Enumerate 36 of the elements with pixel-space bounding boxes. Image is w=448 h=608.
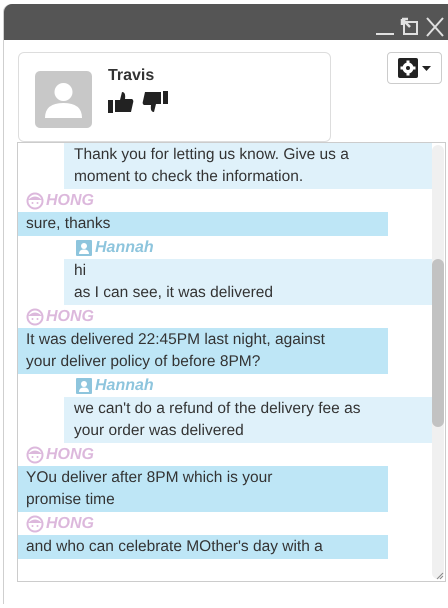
scrollbar-thumb[interactable]	[432, 259, 444, 427]
thumbs-up-icon[interactable]	[108, 91, 134, 113]
face-icon	[26, 514, 44, 532]
settings-button[interactable]	[387, 52, 442, 84]
avatar-icon	[35, 71, 92, 128]
caret-icon	[422, 66, 431, 70]
face-icon	[26, 308, 44, 326]
message-text: promise time	[26, 490, 116, 510]
user-icon	[76, 378, 92, 394]
message-text: moment to check the information.	[74, 167, 304, 187]
sender-name: HONG	[46, 444, 94, 464]
message-text: YOu deliver after 8PM which is your	[26, 468, 274, 488]
message-text: your order was delivered	[74, 421, 245, 441]
sender-name: HONG	[46, 190, 94, 210]
message-text: we can't do a refund of the delivery fee as	[74, 399, 362, 419]
scrollbar[interactable]	[432, 145, 444, 579]
resize-handle-icon[interactable]	[434, 570, 444, 580]
message-text: as I can see, it was delivered	[74, 283, 274, 303]
restore-icon[interactable]	[399, 16, 421, 38]
message-text: sure, thanks	[26, 214, 112, 234]
contact-name: Travis	[108, 66, 156, 86]
message-text: It was delivered 22:45PM last night, against	[26, 330, 326, 350]
thumbs-down-icon[interactable]	[142, 91, 168, 113]
sender-name: HONG	[46, 514, 94, 534]
sender-name: Hannah	[95, 376, 154, 396]
gear-icon	[398, 58, 418, 78]
face-icon	[26, 446, 44, 464]
message-text: hi	[74, 261, 88, 281]
message-text: and who can celebrate MOther's day with a	[26, 537, 324, 557]
sender-name: HONG	[46, 306, 94, 326]
user-icon	[76, 240, 92, 256]
sender-name: Hannah	[95, 238, 154, 258]
face-icon	[26, 192, 44, 210]
message-text: your deliver policy of before 8PM?	[26, 352, 262, 372]
close-icon[interactable]	[424, 16, 446, 38]
message-text: Thank you for letting us know. Give us a	[74, 145, 350, 165]
